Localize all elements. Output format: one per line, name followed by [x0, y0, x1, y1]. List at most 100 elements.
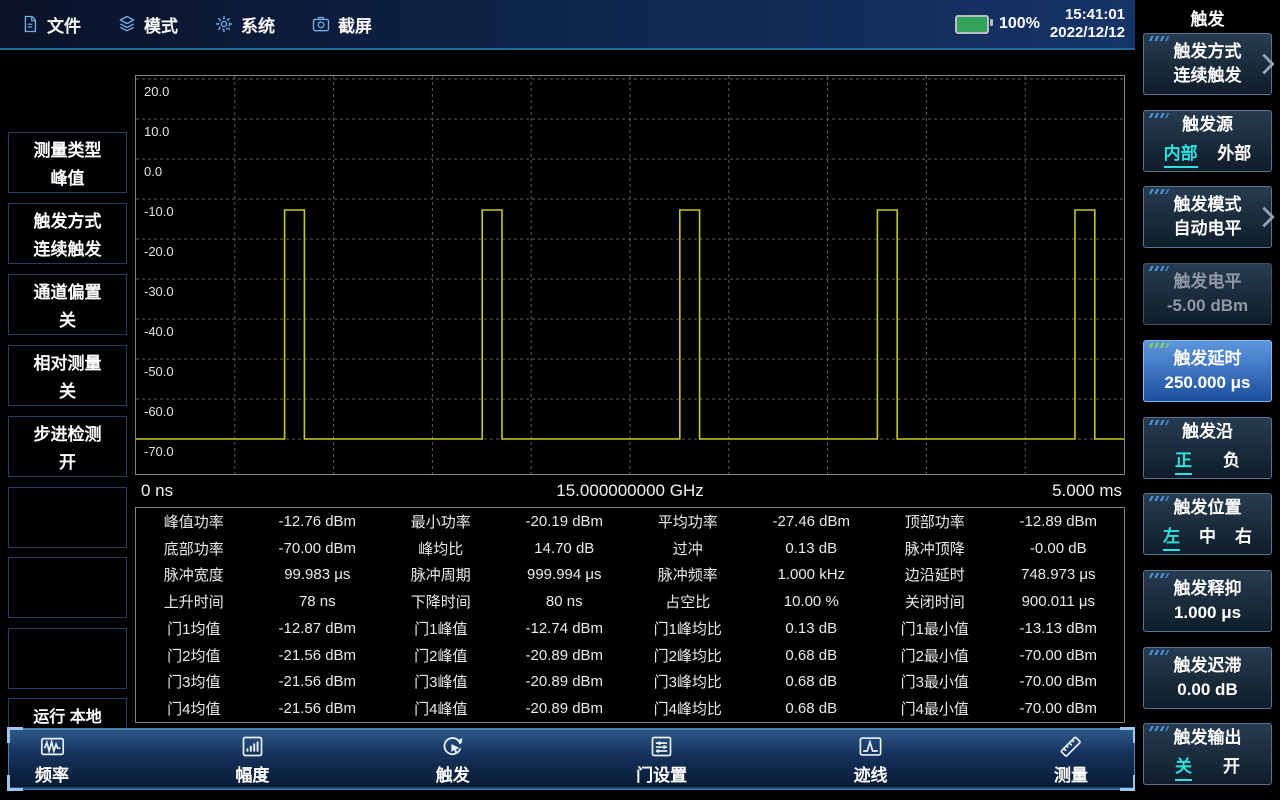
clock-date: 2022/12/12 [1050, 24, 1125, 42]
left-box-blank-2 [8, 557, 127, 618]
table-row: 门1均值-12.87 dBm门1峰值-12.74 dBm门1峰均比0.13 dB… [136, 615, 1124, 642]
left-box-channel-offset-line2: 关 [59, 306, 76, 331]
x-axis-start-label: 0 ns [141, 481, 173, 501]
btn-trigger-hysteresis[interactable]: 触发迟滞0.00 dB [1143, 647, 1272, 709]
corner-stripes-decoration [1149, 36, 1169, 41]
bottombar-item-gate-setup[interactable]: 门设置 [636, 733, 687, 786]
meas-value: 0.13 dB [746, 535, 877, 562]
meas-label: 上升时间 [136, 588, 252, 615]
menu-mode[interactable]: 模式 [117, 12, 178, 37]
btn-trigger-edge-option-0[interactable]: 正 [1175, 446, 1192, 475]
bottombar-item-trace-label: 迹线 [854, 761, 888, 786]
meas-value: 748.973 μs [993, 562, 1124, 589]
btn-trigger-type[interactable]: 触发方式连续触发 [1143, 33, 1272, 95]
meas-value: -13.13 dBm [993, 615, 1124, 642]
btn-trigger-position[interactable]: 触发位置左中右 [1143, 493, 1272, 555]
btn-trigger-mode-title: 触发模式 [1174, 195, 1242, 215]
meas-value: 900.011 μs [993, 588, 1124, 615]
center-frequency-label: 15.000000000 GHz [556, 481, 703, 501]
btn-trigger-position-title: 触发位置 [1174, 498, 1242, 518]
menu-file[interactable]: 文件 [20, 12, 81, 37]
table-row: 上升时间78 ns下降时间80 ns占空比10.00 %关闭时间900.011 … [136, 588, 1124, 615]
meas-value: -12.74 dBm [499, 615, 630, 642]
btn-trigger-delay[interactable]: 触发延时250.000 μs [1143, 340, 1272, 402]
chevron-right-icon [1261, 202, 1275, 232]
btn-trigger-output-option-0[interactable]: 关 [1175, 752, 1192, 781]
y-tick-label: -40.0 [144, 324, 174, 339]
measure-ruler-icon [1057, 733, 1084, 760]
meas-label: 门1峰均比 [630, 615, 746, 642]
btn-trigger-position-option-2[interactable]: 右 [1235, 522, 1252, 551]
corner-bracket [7, 727, 23, 743]
btn-trigger-position-option-1[interactable]: 中 [1199, 522, 1216, 551]
bottombar-item-frequency[interactable]: 频率 [35, 733, 69, 786]
left-box-measure-type-line2: 峰值 [51, 164, 85, 189]
meas-value: -12.87 dBm [252, 615, 383, 642]
meas-value: -70.00 dBm [993, 642, 1124, 669]
btn-trigger-edge[interactable]: 触发沿正 负 [1143, 417, 1272, 479]
corner-bracket [7, 775, 23, 791]
meas-value: -21.56 dBm [252, 669, 383, 696]
btn-trigger-edge-option-1[interactable]: 负 [1223, 446, 1240, 475]
left-status-panel: 测量类型峰值触发方式连续触发通道偏置关相对测量关步进检测开运行 本地峰值功率 [0, 50, 135, 800]
meas-label: 过冲 [630, 535, 746, 562]
battery-icon [955, 15, 989, 34]
table-row: 门2均值-21.56 dBm门2峰值-20.89 dBm门2峰均比0.68 dB… [136, 642, 1124, 669]
btn-trigger-position-option-0[interactable]: 左 [1163, 522, 1180, 551]
amplitude-bars-icon [239, 733, 266, 760]
btn-trigger-output[interactable]: 触发输出关开 [1143, 723, 1272, 785]
meas-label: 脉冲宽度 [136, 562, 252, 589]
btn-trigger-hysteresis-title: 触发迟滞 [1174, 656, 1242, 676]
meas-value: -20.89 dBm [499, 669, 630, 696]
waveform-chart: 20.010.00.0-10.0-20.0-30.0-40.0-50.0-60.… [135, 75, 1125, 475]
menu-mode-label: 模式 [144, 12, 178, 37]
table-row: 门4均值-21.56 dBm门4峰值-20.89 dBm门4峰均比0.68 dB… [136, 695, 1124, 722]
waveform-chart-svg: 20.010.00.0-10.0-20.0-30.0-40.0-50.0-60.… [136, 76, 1124, 474]
menu-screenshot[interactable]: 截屏 [311, 12, 372, 37]
chevron-right-icon [1261, 49, 1275, 79]
btn-trigger-source-option-0[interactable]: 内部 [1164, 139, 1198, 168]
trace-icon [857, 733, 884, 760]
left-box-channel-offset-line1: 通道偏置 [34, 278, 102, 303]
y-tick-label: -60.0 [144, 404, 174, 419]
meas-label: 底部功率 [136, 535, 252, 562]
bottombar-item-measure[interactable]: 测量 [1054, 733, 1088, 786]
bottombar-item-gate-setup-label: 门设置 [636, 761, 687, 786]
btn-trigger-output-option-1[interactable]: 开 [1223, 752, 1240, 781]
y-tick-label: 0.0 [144, 164, 162, 179]
meas-value: -70.00 dBm [993, 669, 1124, 696]
meas-value: -21.56 dBm [252, 695, 383, 722]
meas-value: 78 ns [252, 588, 383, 615]
meas-value: -0.00 dB [993, 535, 1124, 562]
btn-trigger-edge-title: 触发沿 [1182, 422, 1233, 442]
topbar-menus: 文件 模式 系统 截屏 [0, 12, 372, 37]
bottombar-item-amplitude[interactable]: 幅度 [235, 733, 269, 786]
btn-trigger-mode[interactable]: 触发模式自动电平 [1143, 186, 1272, 248]
meas-value: 99.983 μs [252, 562, 383, 589]
meas-value: 10.00 % [746, 588, 877, 615]
left-box-channel-offset: 通道偏置关 [8, 274, 127, 335]
bottombar-item-amplitude-label: 幅度 [235, 761, 269, 786]
menu-file-label: 文件 [47, 12, 81, 37]
corner-stripes-decoration [1149, 189, 1169, 194]
btn-trigger-source-title: 触发源 [1182, 115, 1233, 135]
corner-stripes-decoration [1149, 650, 1169, 655]
left-box-run-status-line1: 运行 本地 [33, 703, 101, 727]
y-tick-label: -50.0 [144, 364, 174, 379]
btn-trigger-holdoff[interactable]: 触发释抑1.000 μs [1143, 570, 1272, 632]
meas-label: 脉冲周期 [383, 562, 499, 589]
menu-system[interactable]: 系统 [214, 12, 275, 37]
btn-trigger-output-options: 关开 [1144, 752, 1271, 781]
btn-trigger-source[interactable]: 触发源内部外部 [1143, 110, 1272, 172]
corner-bracket [1120, 727, 1136, 743]
y-tick-label: 20.0 [144, 84, 169, 99]
meas-label: 门2峰值 [383, 642, 499, 669]
bottombar-item-trigger[interactable]: 触发 [436, 733, 470, 786]
clock: 15:41:01 2022/12/12 [1050, 6, 1125, 42]
bottombar-item-trigger-label: 触发 [436, 761, 470, 786]
btn-trigger-source-option-1[interactable]: 外部 [1217, 139, 1251, 168]
bottombar-item-trace[interactable]: 迹线 [854, 733, 888, 786]
left-box-relative-measure-line1: 相对测量 [34, 349, 102, 374]
btn-trigger-type-value: 连续触发 [1174, 66, 1242, 86]
topbar: 文件模式系统截屏 100% 15:41:01 2022/12/12 [0, 0, 1135, 50]
